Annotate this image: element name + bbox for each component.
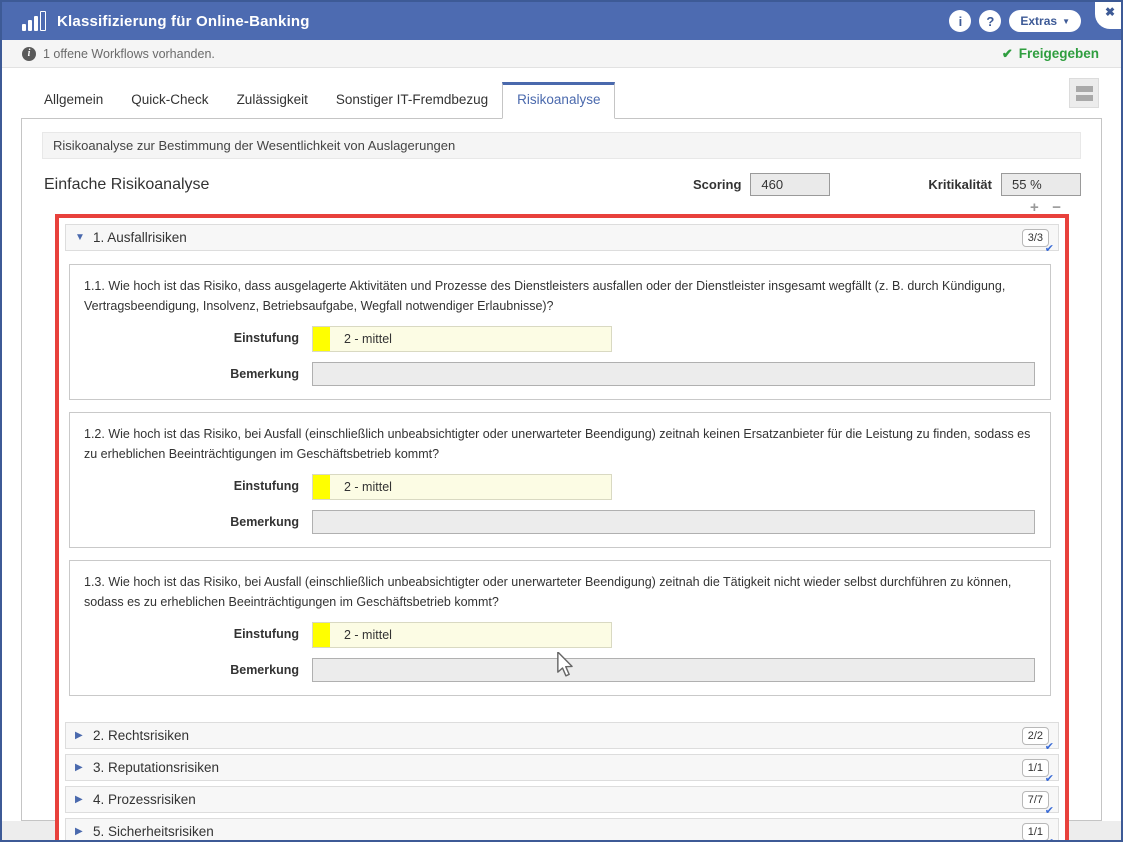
release-status: ✔ Freigegeben [1002, 46, 1099, 62]
bar-chart-icon [22, 11, 46, 31]
release-status-label: Freigegeben [1019, 46, 1099, 61]
tab-bar: Allgemein Quick-Check Zulässigkeit Sonst… [21, 68, 1102, 119]
section-title: 3. Reputationsrisiken [93, 760, 219, 775]
question-text: 1.1. Wie hoch ist das Risiko, dass ausge… [84, 276, 1036, 316]
einstufung-field[interactable] [312, 474, 612, 500]
section-header-sicherheitsrisiken[interactable]: ▶ 5. Sicherheitsrisiken 1/1 ✔ [65, 818, 1059, 842]
caret-down-icon: ▼ [75, 232, 85, 243]
bemerkung-label: Bemerkung [84, 510, 312, 529]
rating-color-swatch [313, 475, 330, 499]
section-header-rechtsrisiken[interactable]: ▶ 2. Rechtsrisiken 2/2 ✔ [65, 722, 1059, 749]
section-header-prozessrisiken[interactable]: ▶ 4. Prozessrisiken 7/7 ✔ [65, 786, 1059, 813]
caret-right-icon: ▶ [75, 794, 85, 805]
section-header-reputationsrisiken[interactable]: ▶ 3. Reputationsrisiken 1/1 ✔ [65, 754, 1059, 781]
info-button[interactable]: i [949, 10, 971, 32]
subtitle-row: Einfache Risikoanalyse Scoring Kritikali… [38, 159, 1085, 196]
scoring-label: Scoring [693, 177, 741, 192]
bemerkung-input[interactable] [312, 658, 1035, 682]
completion-badge: 2/2 ✔ [1022, 726, 1049, 745]
caret-right-icon: ▶ [75, 762, 85, 773]
rating-color-swatch [313, 623, 330, 647]
question-text: 1.2. Wie hoch ist das Risiko, bei Ausfal… [84, 424, 1036, 464]
expand-all-icon[interactable]: + [1030, 199, 1039, 216]
einstufung-field[interactable] [312, 622, 612, 648]
einstufung-input[interactable] [330, 327, 611, 351]
bemerkung-label: Bemerkung [84, 658, 312, 677]
help-button[interactable]: ? [979, 10, 1001, 32]
badge-check-icon: ✔ [1045, 804, 1054, 817]
question-card-1-1: 1.1. Wie hoch ist das Risiko, dass ausge… [69, 264, 1051, 400]
section-title: 4. Prozessrisiken [93, 792, 196, 807]
badge-check-icon: ✔ [1045, 836, 1054, 842]
einstufung-label: Einstufung [84, 474, 312, 493]
layout-toggle-button[interactable] [1069, 78, 1099, 108]
einstufung-input[interactable] [330, 623, 611, 647]
tab-zulaessigkeit[interactable]: Zulässigkeit [223, 83, 322, 118]
section-title: 1. Ausfallrisiken [93, 230, 187, 245]
kritikalitaet-field[interactable] [1001, 173, 1081, 196]
question-text: 1.3. Wie hoch ist das Risiko, bei Ausfal… [84, 572, 1036, 612]
badge-check-icon: ✔ [1045, 772, 1054, 785]
completion-badge: 1/1 ✔ [1022, 758, 1049, 777]
badge-check-icon: ✔ [1045, 242, 1054, 255]
check-icon: ✔ [1002, 46, 1013, 62]
collapse-all-icon[interactable]: − [1052, 199, 1061, 216]
einstufung-label: Einstufung [84, 622, 312, 641]
question-card-1-2: 1.2. Wie hoch ist das Risiko, bei Ausfal… [69, 412, 1051, 548]
titlebar-actions: i ? Extras ▼ [949, 10, 1081, 32]
page-title: Einfache Risikoanalyse [44, 176, 209, 194]
risikoanalyse-panel: Risikoanalyse zur Bestimmung der Wesentl… [21, 119, 1102, 821]
tab-quick-check[interactable]: Quick-Check [117, 83, 222, 118]
score-fields: Scoring Kritikalität [693, 173, 1081, 196]
section-title: 5. Sicherheitsrisiken [93, 824, 214, 839]
scoring-field[interactable] [750, 173, 830, 196]
caret-right-icon: ▶ [75, 730, 85, 741]
completion-badge: 1/1 ✔ [1022, 822, 1049, 841]
badge-check-icon: ✔ [1045, 740, 1054, 753]
tab-sonstiger-it-fremdbezug[interactable]: Sonstiger IT-Fremdbezug [322, 83, 502, 118]
bemerkung-input[interactable] [312, 510, 1035, 534]
bemerkung-label: Bemerkung [84, 362, 312, 381]
close-icon: ✖ [1105, 5, 1115, 19]
completion-badge: 7/7 ✔ [1022, 790, 1049, 809]
question-card-1-3: 1.3. Wie hoch ist das Risiko, bei Ausfal… [69, 560, 1051, 696]
kritikalitaet-label: Kritikalität [928, 177, 992, 192]
bemerkung-input[interactable] [312, 362, 1035, 386]
caret-right-icon: ▶ [75, 826, 85, 837]
close-button[interactable]: ✖ [1095, 2, 1121, 29]
app-window: Klassifizierung für Online-Banking i ? E… [0, 0, 1123, 842]
section-body-ausfallrisiken: 1.1. Wie hoch ist das Risiko, dass ausge… [65, 256, 1059, 722]
expand-collapse-controls: + − [38, 196, 1085, 214]
einstufung-label: Einstufung [84, 326, 312, 345]
workflow-notice: 1 offene Workflows vorhanden. [43, 47, 215, 61]
chevron-down-icon: ▼ [1062, 17, 1070, 26]
rating-color-swatch [313, 327, 330, 351]
window-title: Klassifizierung für Online-Banking [57, 13, 310, 30]
layout-icon [1076, 86, 1093, 92]
tab-risikoanalyse[interactable]: Risikoanalyse [502, 82, 615, 119]
section-header-ausfallrisiken[interactable]: ▼ 1. Ausfallrisiken 3/3 ✔ [65, 224, 1059, 251]
einstufung-input[interactable] [330, 475, 611, 499]
section-title: 2. Rechtsrisiken [93, 728, 189, 743]
info-circle-icon: i [22, 47, 36, 61]
titlebar: Klassifizierung für Online-Banking i ? E… [2, 2, 1121, 40]
completion-badge: 3/3 ✔ [1022, 228, 1049, 247]
extras-button[interactable]: Extras ▼ [1009, 10, 1081, 32]
extras-label: Extras [1020, 14, 1057, 28]
tab-allgemein[interactable]: Allgemein [30, 83, 117, 118]
einstufung-field[interactable] [312, 326, 612, 352]
status-bar: i 1 offene Workflows vorhanden. ✔ Freige… [2, 40, 1121, 68]
accordion-highlight-area: ▼ 1. Ausfallrisiken 3/3 ✔ 1.1. Wie hoch … [55, 214, 1069, 842]
panel-section-title: Risikoanalyse zur Bestimmung der Wesentl… [42, 132, 1081, 159]
